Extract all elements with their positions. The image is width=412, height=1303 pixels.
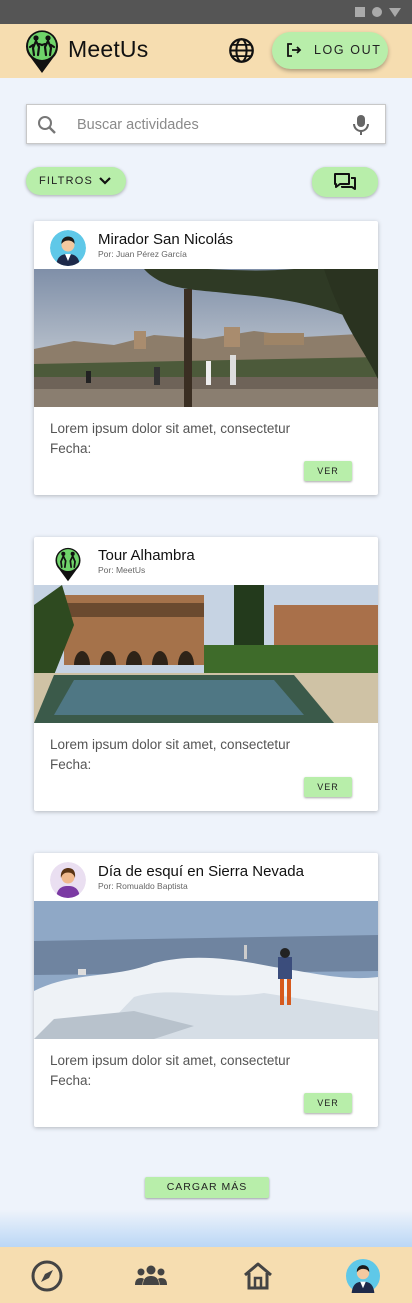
card-title: Tour Alhambra	[98, 547, 195, 564]
logout-icon	[287, 43, 302, 57]
card-date: Fecha:	[50, 1073, 92, 1088]
card-description: Lorem ipsum dolor sit amet, consectetur	[50, 737, 291, 752]
ver-button[interactable]: VER	[304, 1093, 352, 1113]
card-date: Fecha:	[50, 757, 92, 772]
search-bar	[26, 104, 386, 144]
chat-button[interactable]	[312, 167, 378, 197]
search-input[interactable]	[77, 113, 327, 137]
card-author: Por: Romualdo Baptista	[98, 881, 188, 891]
card-author: Por: Juan Pérez García	[98, 249, 187, 259]
card-image	[34, 269, 378, 407]
card-description: Lorem ipsum dolor sit amet, consectetur	[50, 421, 291, 436]
bottom-navigation	[0, 1247, 412, 1303]
author-avatar	[50, 862, 86, 898]
activity-card: Mirador San Nicolás Por: Juan Pérez Garc…	[34, 221, 378, 495]
card-author: Por: MeetUs	[98, 565, 146, 575]
meetus-logo-icon	[26, 30, 59, 73]
card-date: Fecha:	[50, 441, 92, 456]
author-avatar	[50, 230, 86, 266]
load-more-button[interactable]: CARGAR MÁS	[145, 1177, 269, 1198]
activity-card: Día de esquí en Sierra Nevada Por: Romua…	[34, 853, 378, 1127]
card-description: Lorem ipsum dolor sit amet, consectetur	[50, 1053, 291, 1068]
globe-icon[interactable]	[228, 37, 255, 64]
logout-button[interactable]: LOG OUT	[272, 32, 388, 69]
bottom-fade	[0, 1210, 412, 1248]
compass-icon[interactable]	[30, 1259, 64, 1293]
card-image	[34, 901, 378, 1039]
card-title: Día de esquí en Sierra Nevada	[98, 863, 304, 880]
author-avatar	[50, 546, 86, 582]
chat-icon	[334, 173, 356, 190]
profile-avatar[interactable]	[346, 1259, 380, 1293]
filters-button[interactable]: FILTROS	[26, 167, 126, 195]
system-status-bar	[0, 0, 412, 24]
microphone-icon[interactable]	[352, 114, 370, 136]
triangle-icon	[389, 8, 401, 17]
search-icon	[38, 116, 56, 134]
ver-button[interactable]: VER	[304, 461, 352, 481]
card-image	[34, 585, 378, 723]
filters-label: FILTROS	[39, 175, 94, 187]
circle-icon	[372, 7, 382, 17]
card-title: Mirador San Nicolás	[98, 231, 234, 248]
app-bar: MeetUs LOG OUT	[0, 24, 412, 78]
activity-card: Tour Alhambra Por: MeetUs Lorem ipsum do…	[34, 537, 378, 811]
home-icon[interactable]	[241, 1259, 275, 1293]
chevron-down-icon	[99, 177, 111, 185]
app-title: MeetUs	[68, 36, 149, 62]
group-icon[interactable]	[134, 1259, 168, 1293]
square-icon	[355, 7, 365, 17]
ver-button[interactable]: VER	[304, 777, 352, 797]
logout-label: LOG OUT	[314, 43, 382, 57]
